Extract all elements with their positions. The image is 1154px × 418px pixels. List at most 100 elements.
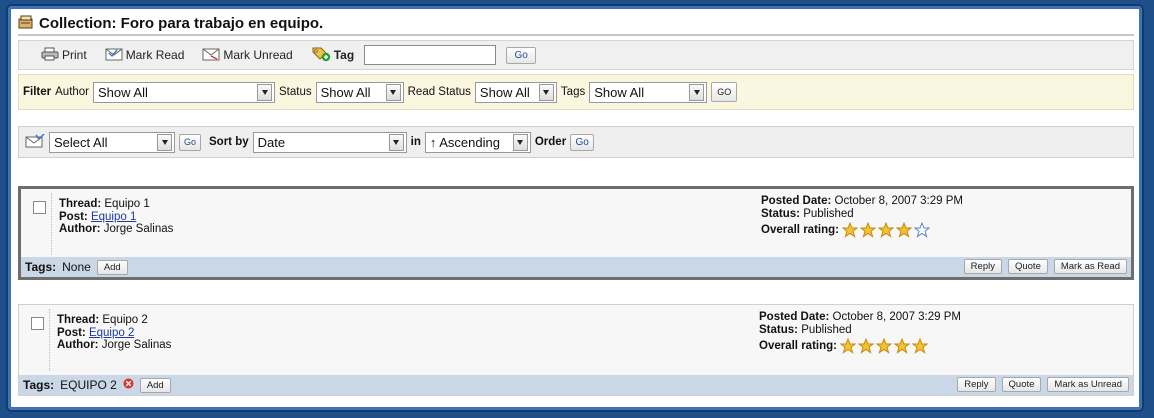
sort-by-label: Sort by [209, 136, 249, 148]
tag-go-button[interactable]: Go [506, 46, 537, 64]
quote-button[interactable]: Quote [1007, 259, 1048, 274]
post-select-checkbox[interactable] [33, 201, 46, 214]
post-meta: Thread: Equipo 2 Post: Equipo 2 Author: … [57, 314, 171, 352]
author-filter-value: Show All [98, 84, 148, 100]
post-actions: Reply Quote Mark as Read [963, 259, 1127, 274]
mark-read-label: Mark Read [125, 48, 185, 62]
mark-unread-button[interactable]: Mark Unread [202, 47, 293, 64]
chevron-down-icon [157, 133, 172, 151]
add-tag-button[interactable]: Add [96, 259, 128, 275]
star-rating[interactable] [841, 222, 930, 238]
status-value: Published [801, 323, 852, 336]
mark-as-read-button[interactable]: Mark as Read [1053, 259, 1127, 274]
read-status-filter-select[interactable]: Show All [474, 81, 557, 103]
sort-go-button[interactable]: Go [570, 133, 595, 151]
chevron-down-icon [257, 83, 273, 101]
remove-tag-icon[interactable] [123, 378, 134, 392]
divider [51, 193, 52, 255]
bulk-select-dropdown[interactable]: Select All [49, 131, 175, 153]
chevron-down-icon [385, 83, 401, 101]
post-card: Thread: Equipo 1 Post: Equipo 1 Author: … [18, 186, 1134, 280]
reply-button[interactable]: Reply [957, 377, 996, 392]
tags-value: None [62, 260, 91, 274]
star-rating[interactable] [839, 338, 928, 354]
star-filled-icon[interactable] [859, 222, 876, 238]
post-actions: Reply Quote Mark as Unread [957, 377, 1129, 392]
bulk-go-button[interactable]: Go [179, 133, 201, 151]
post-info: Posted Date: October 8, 2007 3:29 PM Sta… [759, 311, 961, 354]
chevron-down-icon [689, 83, 705, 101]
sort-by-select[interactable]: Date [252, 131, 407, 153]
actions-toolbar: Print Mark Read Mark Unread Tag Go [18, 40, 1134, 70]
star-filled-icon[interactable] [877, 222, 894, 238]
tags-filter-select[interactable]: Show All [589, 81, 708, 103]
collection-panel: Collection: Foro para trabajo en equipo.… [18, 12, 1134, 404]
read-status-filter-value: Show All [479, 84, 530, 100]
print-button[interactable]: Print [41, 47, 87, 64]
posted-date-value: October 8, 2007 3:29 PM [834, 195, 964, 207]
star-filled-icon[interactable] [839, 338, 856, 354]
post-link[interactable]: Equipo 2 [89, 327, 134, 339]
reply-button[interactable]: Reply [963, 259, 1002, 274]
star-filled-icon[interactable] [893, 338, 910, 354]
tag-input[interactable] [364, 45, 497, 65]
tags-filter-label: Tags [560, 86, 586, 98]
author-filter-select[interactable]: Show All [93, 81, 276, 103]
rating-label: Overall rating: [761, 224, 839, 237]
print-label: Print [62, 48, 87, 62]
post-label: Post: [59, 210, 88, 223]
star-empty-icon[interactable] [913, 222, 930, 238]
post-card: Thread: Equipo 2 Post: Equipo 2 Author: … [18, 304, 1134, 396]
collection-icon [18, 14, 34, 32]
order-label: Order [534, 136, 567, 148]
status-label: Status: [759, 323, 798, 336]
sort-order-value: ↑ Ascending [429, 134, 500, 150]
author-filter-label: Author [55, 86, 90, 98]
post-link[interactable]: Equipo 1 [91, 211, 136, 223]
post-label: Post: [57, 326, 86, 339]
printer-icon [41, 47, 59, 64]
bulk-select-value: Select All [54, 134, 108, 150]
filter-label: Filter [23, 86, 52, 98]
posted-date-label: Posted Date: [759, 311, 830, 323]
tags-bar: Tags: EQUIPO 2 Add Reply Quote Mark as U… [19, 375, 1133, 395]
thread-value: Equipo 1 [104, 198, 150, 210]
in-label: in [410, 136, 421, 148]
chevron-down-icon [538, 83, 554, 101]
window-frame: Collection: Foro para trabajo en equipo.… [6, 4, 1144, 412]
star-filled-icon[interactable] [841, 222, 858, 238]
author-label: Author: [59, 223, 101, 235]
thread-label: Thread: [59, 198, 102, 210]
filter-go-button[interactable]: GO [711, 82, 738, 102]
post-select-checkbox[interactable] [31, 317, 44, 330]
star-filled-icon[interactable] [895, 222, 912, 238]
status-value: Published [803, 207, 854, 220]
author-value: Jorge Salinas [101, 339, 172, 351]
tag-label: Tag [333, 48, 355, 62]
rating-label: Overall rating: [759, 340, 837, 353]
tags-label: Tags: [25, 260, 57, 274]
post-body: Thread: Equipo 1 Post: Equipo 1 Author: … [21, 189, 1131, 257]
quote-button[interactable]: Quote [1001, 377, 1042, 392]
star-filled-icon[interactable] [875, 338, 892, 354]
sort-order-select[interactable]: ↑ Ascending [424, 131, 531, 153]
mark-unread-label: Mark Unread [223, 48, 293, 62]
tag-control: Tag [311, 45, 354, 65]
open-envelope-icon [105, 47, 123, 64]
thread-label: Thread: [57, 314, 100, 326]
closed-envelope-icon [202, 47, 220, 64]
chevron-down-icon [512, 133, 528, 151]
star-filled-icon[interactable] [857, 338, 874, 354]
mark-read-button[interactable]: Mark Read [105, 47, 185, 64]
post-meta: Thread: Equipo 1 Post: Equipo 1 Author: … [59, 198, 173, 236]
star-filled-icon[interactable] [911, 338, 928, 354]
mark-as-unread-button[interactable]: Mark as Unread [1047, 377, 1129, 392]
status-filter-select[interactable]: Show All [315, 81, 404, 103]
add-tag-button[interactable]: Add [139, 377, 171, 393]
tags-label: Tags: [23, 378, 55, 392]
author-label: Author: [57, 339, 99, 351]
sort-bar: Select All Go Sort by Date in ↑ Ascendin… [18, 126, 1134, 158]
status-filter-value: Show All [320, 84, 371, 100]
sort-by-value: Date [257, 134, 286, 150]
status-filter-label: Status [279, 86, 312, 98]
